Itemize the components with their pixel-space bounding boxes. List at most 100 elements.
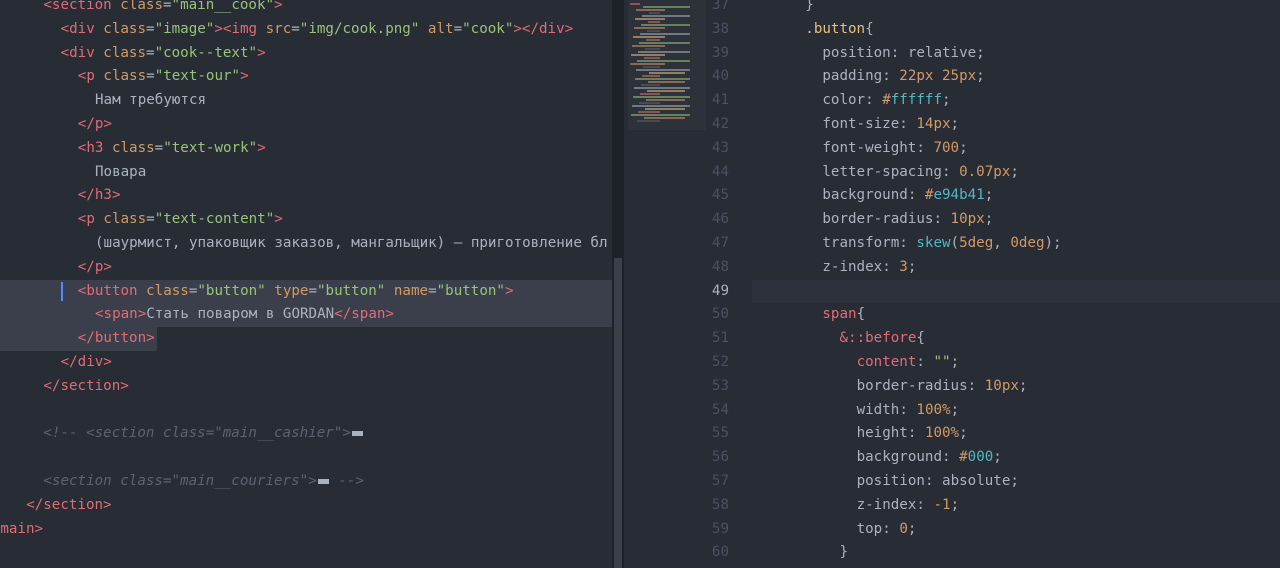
code-line[interactable]: </section>	[43, 375, 612, 399]
code-token: :	[941, 163, 960, 180]
pane-divider[interactable]	[612, 0, 624, 568]
code-token: <section class="main__couriers">	[43, 473, 317, 489]
code-token: ></div>	[513, 20, 574, 37]
code-token: {	[916, 330, 925, 347]
code-token: transform	[822, 235, 900, 251]
code-line[interactable]: }	[805, 0, 1280, 18]
code-line[interactable]: </p>	[78, 256, 612, 280]
code-line[interactable]: .button{	[805, 18, 1280, 42]
line-number: 53	[711, 377, 729, 394]
code-token: 100%	[916, 401, 951, 418]
code-line[interactable]: z-index: 3;	[822, 256, 1280, 280]
code-line[interactable]: <span>Стать поваром в GORDAN</span>	[95, 303, 612, 327]
code-line[interactable]	[9, 446, 612, 470]
code-line[interactable]: color: #ffffff;	[822, 89, 1280, 113]
code-line[interactable]: content: "";	[857, 351, 1280, 375]
fold-marker-icon[interactable]	[351, 430, 363, 436]
code-token: =	[154, 139, 164, 156]
code-line[interactable]: <p class="text-content">	[78, 208, 612, 232]
code-token: 10px	[950, 211, 985, 228]
code-token: class	[137, 282, 189, 299]
code-line[interactable]: </section>	[26, 494, 612, 518]
code-token: <h3	[77, 139, 104, 156]
code-token: background	[822, 187, 908, 204]
code-line[interactable]: <div class="cook--text">	[61, 42, 612, 66]
code-token: position	[856, 473, 925, 489]
code-token: z-index	[856, 496, 917, 513]
code-token: /main>	[0, 520, 44, 537]
code-token: ;	[1010, 163, 1019, 180]
code-line[interactable]: z-index: -1;	[857, 494, 1280, 518]
code-line[interactable]: </h3>	[78, 184, 612, 208]
code-line[interactable]: <div class="image"><img src="img/cook.pn…	[61, 18, 612, 42]
code-token: </span>	[334, 306, 394, 323]
code-token: ;	[959, 139, 968, 156]
code-token: z-index	[822, 258, 883, 275]
code-token: =	[453, 20, 463, 37]
code-line[interactable]: Нам требуются	[95, 89, 612, 113]
code-line[interactable]: position: absolute;	[857, 470, 1280, 494]
code-line[interactable]: width: 100%;	[857, 399, 1280, 423]
code-line[interactable]: Повара	[95, 161, 612, 185]
code-line[interactable]	[754, 280, 1280, 304]
code-line[interactable]: &::before{	[840, 327, 1280, 351]
code-line[interactable]: padding: 22px 25px;	[822, 65, 1280, 89]
code-token: "text-work"	[163, 139, 258, 156]
code-token: ,	[993, 235, 1011, 251]
code-line[interactable]: span{	[822, 303, 1280, 327]
text-cursor	[61, 281, 63, 302]
code-token: padding	[822, 68, 883, 85]
code-token: "button"	[317, 282, 386, 299]
html-editor-pane[interactable]: <section class="main__cook"> <div class="…	[0, 0, 612, 568]
code-token: ""	[933, 354, 951, 370]
code-token: }	[839, 544, 849, 561]
code-token: ;	[950, 401, 960, 418]
code-token: skew	[916, 235, 951, 251]
code-token: >	[274, 211, 283, 228]
fold-marker-icon[interactable]	[317, 478, 329, 484]
code-line[interactable]: font-weight: 700;	[822, 137, 1280, 161]
code-token: {	[856, 306, 866, 323]
code-line[interactable]: letter-spacing: 0.07px;	[822, 161, 1280, 185]
left-scrollbar[interactable]	[614, 258, 622, 568]
code-token: :	[890, 44, 908, 61]
code-line[interactable]: border-radius: 10px;	[857, 375, 1280, 399]
code-token: >	[257, 44, 266, 61]
code-line[interactable]: <p class="text-our">	[78, 65, 612, 89]
code-token: ffffff	[890, 92, 942, 109]
code-line[interactable]: </div>	[61, 351, 612, 375]
code-line[interactable]	[9, 399, 612, 423]
code-line[interactable]: /main>	[0, 518, 612, 542]
code-line[interactable]: <section class="main__couriers"> -->	[43, 470, 612, 494]
code-line[interactable]: background: #000;	[857, 446, 1280, 470]
line-number: 37	[711, 0, 729, 13]
code-token: <div	[60, 20, 95, 37]
code-line[interactable]: top: 0;	[857, 518, 1280, 542]
code-line[interactable]: <section class="main__cook">	[43, 0, 612, 18]
code-token: ;	[950, 354, 960, 370]
code-token: :	[907, 187, 925, 204]
code-line[interactable]: font-size: 14px;	[822, 113, 1280, 137]
code-token: =	[146, 68, 155, 85]
code-line[interactable]: }	[840, 541, 1280, 565]
scss-editor-pane[interactable]: 37} 38 .button{39 position: relative; 40 padd…	[624, 0, 1280, 568]
code-line[interactable]: <!-- <section class="main__cashier">	[43, 422, 612, 446]
code-token: 22px 25px	[899, 68, 977, 85]
code-token: =	[162, 0, 172, 13]
code-line[interactable]: height: 100%;	[857, 422, 1280, 446]
code-line[interactable]: <button class="button" type="button" nam…	[78, 280, 612, 304]
code-token: 3	[899, 258, 908, 275]
code-line[interactable]: border-radius: 10px;	[822, 208, 1280, 232]
code-token: relative	[907, 44, 977, 61]
code-token: :	[907, 425, 925, 442]
code-line[interactable]: position: relative;	[822, 42, 1280, 66]
code-line[interactable]: (шаурмист, упаковщик заказов, мангальщик…	[95, 232, 612, 256]
code-token: =	[146, 44, 155, 61]
code-token: ;	[984, 211, 994, 228]
code-line[interactable]: </button>	[78, 327, 612, 351]
code-line[interactable]: </p>	[78, 113, 612, 137]
code-line[interactable]: <h3 class="text-work">	[78, 137, 612, 161]
code-token: position	[822, 44, 891, 61]
code-line[interactable]: background: #e94b41;	[822, 184, 1280, 208]
code-line[interactable]: transform: skew(5deg, 0deg);	[822, 232, 1280, 256]
